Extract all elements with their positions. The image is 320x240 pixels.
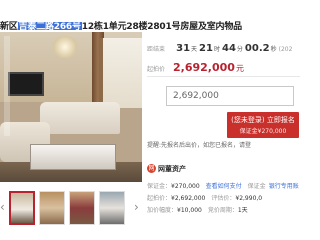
tip-label: 提醒: [147, 142, 162, 149]
price-label: 起拍价 [147, 66, 166, 73]
listing-title: 新区吉泰二路266号12栋1单元28楼2801号房屋及室内物品 [0, 0, 300, 30]
photo-tv [8, 72, 44, 96]
countdown-minutes-unit: 分 [236, 46, 243, 53]
assess-price-label: 评估价： [211, 195, 236, 202]
countdown-hours: 21 [199, 43, 213, 54]
thumbnail-2[interactable] [39, 191, 65, 225]
countdown-seconds: 00.2 [244, 43, 270, 54]
countdown-label: 距结束 [147, 46, 166, 53]
countdown-minutes: 44 [221, 43, 236, 54]
bid-amount-input[interactable]: 2,692,000 [166, 86, 294, 106]
divider [147, 76, 300, 77]
countdown-end-date: (202 [278, 46, 293, 53]
register-button-deposit: 保证金¥270,000 [239, 128, 287, 135]
photo-window [100, 38, 142, 108]
countdown-days: 31 [176, 43, 191, 54]
price-unit: 元 [235, 64, 244, 73]
period-value: 1天 [237, 207, 248, 214]
period-label: 竞价周期： [207, 207, 238, 214]
title-prefix: 新区 [0, 22, 18, 30]
thumbnail-3[interactable] [69, 191, 95, 225]
photo-coffee-table [30, 144, 116, 170]
start-price-value: ¥2,692,000 [171, 195, 206, 202]
thumbnail-1[interactable] [9, 191, 35, 225]
thumb-next-icon[interactable]: › [134, 200, 139, 214]
countdown-hours-unit: 时 [213, 46, 220, 53]
info-row-increment: 加价幅度：¥10,000 竞价周期：1天 [147, 205, 300, 214]
deposit-how-link[interactable]: 查看如何支付 [206, 183, 242, 190]
info-row-prices: 起拍价：¥2,692,000 评估价：¥2,990,0 [147, 193, 300, 202]
start-price-label: 起拍价： [147, 195, 172, 202]
asset-heading[interactable]: 网网董资产 [147, 158, 186, 177]
title-suffix: 12栋1单元28楼2801号房屋及室内物品 [81, 22, 242, 30]
asset-label: 网董资产 [158, 164, 186, 173]
bid-tip: 提醒:先报名后出价，如您已报名，请登 [147, 140, 251, 149]
info-row-deposit: 保证金：¥270,000 查看如何支付 保证金 银行专用账 [147, 181, 300, 190]
deposit-value: ¥270,000 [171, 183, 200, 190]
photo-sofa [40, 102, 120, 134]
main-photo[interactable] [0, 32, 142, 182]
pay-label: 保证金 [247, 183, 266, 190]
bank-account-link[interactable]: 银行专用账 [269, 183, 299, 190]
photo-chandelier [50, 36, 80, 58]
register-button[interactable]: (您未登录) 立即报名 保证金¥270,000 [227, 112, 299, 138]
countdown: 距结束 31天 21时 44分 00.2秒 (202 [147, 36, 292, 55]
tip-text: 先报名后出价，如您已报名，请登 [161, 142, 252, 149]
increment-label: 加价幅度： [147, 207, 178, 214]
increment-value: ¥10,000 [177, 207, 202, 214]
title-highlight: 吉泰二路266号 [17, 22, 82, 30]
assess-price-value: ¥2,990,0 [235, 195, 263, 202]
thumbnail-4[interactable] [99, 191, 125, 225]
countdown-days-unit: 天 [191, 46, 198, 53]
thumb-prev-icon[interactable]: ‹ [0, 200, 5, 214]
starting-price: 起拍价 2,692,000元 [147, 56, 244, 75]
asset-badge-icon: 网 [147, 164, 156, 173]
countdown-seconds-unit: 秒 [270, 46, 277, 53]
deposit-label: 保证金： [147, 183, 172, 190]
photo-glare [4, 36, 10, 136]
register-button-label: (您未登录) 立即报名 [231, 116, 295, 124]
thumbnail-strip: ‹ › [0, 188, 140, 228]
price-value: 2,692,000 [173, 61, 235, 74]
